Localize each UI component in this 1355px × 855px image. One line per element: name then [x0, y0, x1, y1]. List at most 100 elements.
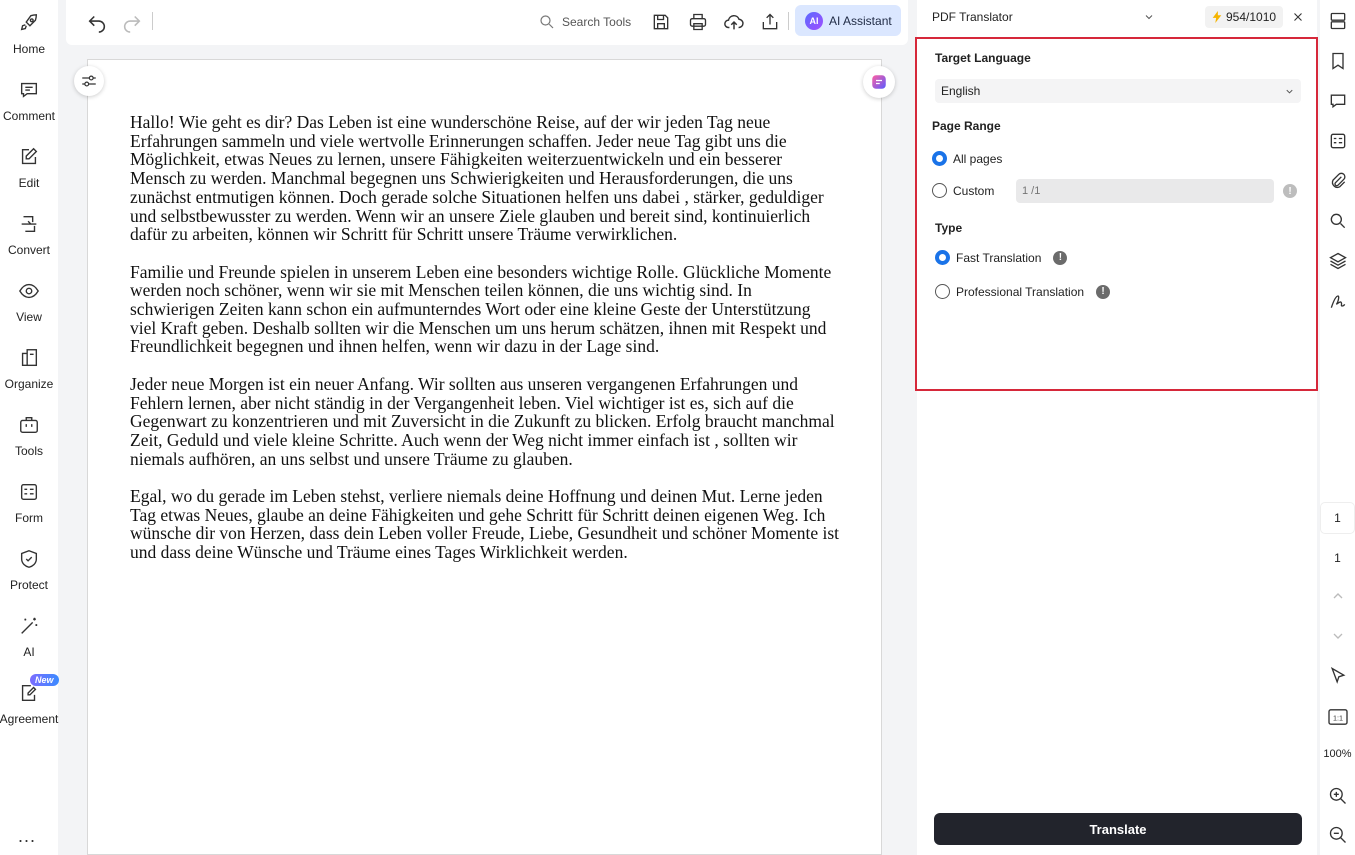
sidebar-item-label: AI	[23, 645, 35, 659]
paperclip-icon	[1331, 172, 1346, 188]
type-title: Type	[935, 221, 963, 235]
fast-translation-option[interactable]: Fast Translation !	[935, 250, 1068, 265]
zoom-in-button[interactable]	[1327, 785, 1349, 807]
layers-button[interactable]	[1327, 250, 1349, 272]
undo-icon	[88, 15, 106, 33]
sidebar-item-comment[interactable]: Comment	[0, 71, 58, 131]
search-icon	[540, 15, 554, 29]
tool-select-dropdown[interactable]: PDF Translator	[922, 5, 1165, 29]
comments-button[interactable]	[1327, 90, 1349, 112]
target-language-title: Target Language	[935, 51, 1031, 65]
document-viewer[interactable]: Hallo! Wie geht es dir? Das Leben ist ei…	[66, 51, 908, 855]
sidebar-item-label: Home	[12, 42, 45, 56]
view-settings-button[interactable]	[74, 66, 104, 96]
sidebar-item-protect[interactable]: Protect	[0, 540, 58, 600]
comment-icon	[1330, 94, 1346, 109]
sliders-icon	[82, 75, 96, 87]
credits-badge: 954/1010	[1205, 6, 1284, 28]
form-fields-button[interactable]	[1327, 130, 1349, 152]
translation-settings: Target Language English Page Range All p…	[915, 37, 1318, 391]
professional-translation-option[interactable]: Professional Translation !	[935, 284, 1111, 299]
share-button[interactable]	[758, 10, 782, 34]
tool-select-value: PDF Translator	[932, 10, 1013, 24]
ai-assistant-button[interactable]: AI AI Assistant	[795, 5, 901, 36]
custom-pages-radio[interactable]	[932, 183, 947, 198]
professional-translation-label: Professional Translation	[956, 284, 1085, 299]
edit-icon	[21, 147, 38, 165]
zoom-level[interactable]: 100%	[1320, 748, 1355, 760]
signature-button[interactable]	[1327, 290, 1349, 312]
custom-range-info-icon[interactable]: !	[1283, 184, 1297, 198]
toolbox-icon	[20, 416, 38, 434]
rocket-icon	[20, 14, 38, 31]
ai-logo-icon: AI	[805, 11, 823, 30]
attachments-button[interactable]	[1327, 170, 1349, 192]
custom-page-range-input[interactable]	[1016, 179, 1274, 203]
sidebar-item-ai[interactable]: AI	[0, 607, 58, 667]
all-pages-radio[interactable]	[932, 151, 947, 166]
sidebar-item-form[interactable]: Form	[0, 473, 58, 533]
document-paragraph: Jeder neue Morgen ist ein neuer Anfang. …	[130, 373, 835, 469]
thumbnails-button[interactable]	[1327, 10, 1349, 32]
fast-translation-info-icon[interactable]: !	[1053, 250, 1068, 265]
panel-header: PDF Translator 954/1010	[917, 0, 1317, 34]
next-page-button[interactable]	[1327, 625, 1349, 647]
search-icon	[1330, 213, 1346, 229]
sidebar-item-label: Organize	[4, 377, 54, 391]
organize-icon	[21, 349, 38, 367]
form-icon	[20, 483, 38, 501]
toolbar-divider	[152, 12, 153, 30]
redo-button[interactable]	[120, 10, 144, 34]
professional-translation-info-icon[interactable]: !	[1096, 284, 1111, 299]
sidebar-item-label: Convert	[7, 243, 51, 257]
bookmarks-button[interactable]	[1327, 50, 1349, 72]
chevron-up-icon	[1333, 593, 1343, 599]
sidebar-item-home[interactable]: Home	[0, 4, 58, 64]
close-icon	[1294, 13, 1302, 21]
ai-sidebar-toggle-button[interactable]	[863, 66, 895, 98]
ai-panel-icon	[872, 75, 886, 89]
document-paragraph: Familie und Freunde spielen in unserem L…	[130, 261, 832, 357]
print-button[interactable]	[686, 10, 710, 34]
custom-pages-option[interactable]: Custom	[932, 183, 994, 198]
professional-translation-radio[interactable]	[935, 284, 950, 299]
undo-button[interactable]	[85, 10, 109, 34]
sidebar-item-label: Agreement	[0, 712, 59, 726]
more-menu-button[interactable]: ...	[18, 826, 36, 847]
save-button[interactable]	[649, 10, 673, 34]
search-button[interactable]	[1327, 210, 1349, 232]
sidebar-item-edit[interactable]: Edit	[0, 138, 58, 198]
toolbar-divider	[788, 12, 789, 30]
all-pages-option[interactable]: All pages	[932, 151, 1002, 166]
fast-translation-label: Fast Translation	[956, 250, 1042, 265]
document-paragraph: Egal, wo du gerade im Leben stehst, verl…	[130, 486, 840, 563]
sidebar-item-agreement[interactable]: New Agreement	[0, 674, 59, 734]
redo-icon	[123, 15, 141, 33]
sidebar-item-label: Form	[15, 511, 43, 525]
zoom-in-icon	[1329, 787, 1346, 804]
sidebar-item-organize[interactable]: Organize	[0, 339, 58, 399]
save-icon	[653, 14, 669, 30]
select-tool-button[interactable]	[1327, 665, 1349, 687]
previous-page-button[interactable]	[1327, 585, 1349, 607]
search-tools-button[interactable]: Search Tools	[538, 10, 631, 34]
layers-icon	[1329, 252, 1347, 270]
target-language-select[interactable]: English	[935, 79, 1301, 103]
translate-button[interactable]: Translate	[934, 813, 1302, 845]
close-panel-button[interactable]	[1289, 8, 1307, 26]
bookmark-icon	[1332, 52, 1344, 70]
actual-size-button[interactable]: 1:1	[1327, 706, 1349, 728]
upload-cloud-button[interactable]	[722, 10, 746, 34]
document-paragraph: Hallo! Wie geht es dir? Das Leben ist ei…	[130, 112, 824, 245]
sidebar-item-convert[interactable]: Convert	[0, 205, 58, 265]
sidebar-item-view[interactable]: View	[0, 272, 58, 332]
zoom-out-button[interactable]	[1327, 824, 1349, 846]
fast-translation-radio[interactable]	[935, 250, 950, 265]
comment-icon	[20, 82, 38, 98]
right-rail: 1 1 1:1 100%	[1320, 0, 1355, 855]
sidebar-item-label: Tools	[14, 444, 43, 458]
ai-assistant-label: AI Assistant	[829, 13, 892, 28]
current-page-indicator[interactable]: 1	[1321, 503, 1354, 533]
cursor-icon	[1330, 667, 1346, 684]
sidebar-item-tools[interactable]: Tools	[0, 406, 58, 466]
